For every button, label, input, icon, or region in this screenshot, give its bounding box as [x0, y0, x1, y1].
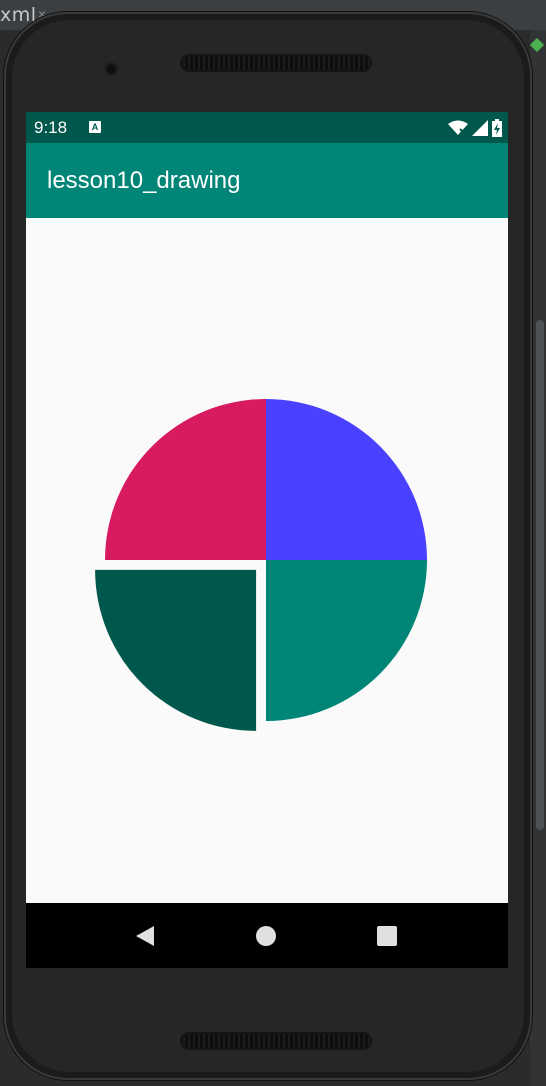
pie-slice-1	[266, 399, 427, 560]
top-speaker	[180, 54, 372, 72]
signal-icon	[472, 120, 488, 136]
pie-slice-2	[266, 560, 427, 721]
status-bar: 9:18 A	[26, 112, 508, 143]
wifi-icon	[448, 120, 468, 135]
pie-slice-4	[105, 399, 266, 560]
status-icons	[448, 118, 502, 138]
recents-button[interactable]	[372, 921, 402, 951]
back-icon	[136, 926, 154, 946]
app-title: lesson10_drawing	[47, 167, 241, 194]
front-camera	[104, 62, 118, 76]
battery-charging-icon	[492, 119, 502, 137]
navigation-bar	[26, 903, 508, 968]
device-screen: 9:18 A lesson10_drawing	[26, 112, 508, 968]
status-time: 9:18	[34, 118, 68, 137]
app-bar: lesson10_drawing	[26, 143, 508, 218]
home-button[interactable]	[251, 921, 281, 951]
ide-right-gutter	[530, 30, 546, 1086]
ide-scrollbar[interactable]	[536, 320, 544, 830]
recents-icon	[377, 926, 397, 946]
pie-chart	[95, 399, 427, 731]
drawing-canvas	[26, 218, 508, 903]
bottom-speaker	[180, 1032, 372, 1050]
back-button[interactable]	[130, 921, 160, 951]
home-icon	[256, 926, 276, 946]
pie-slice-3	[95, 569, 257, 731]
notification-a-icon: A	[89, 121, 101, 133]
